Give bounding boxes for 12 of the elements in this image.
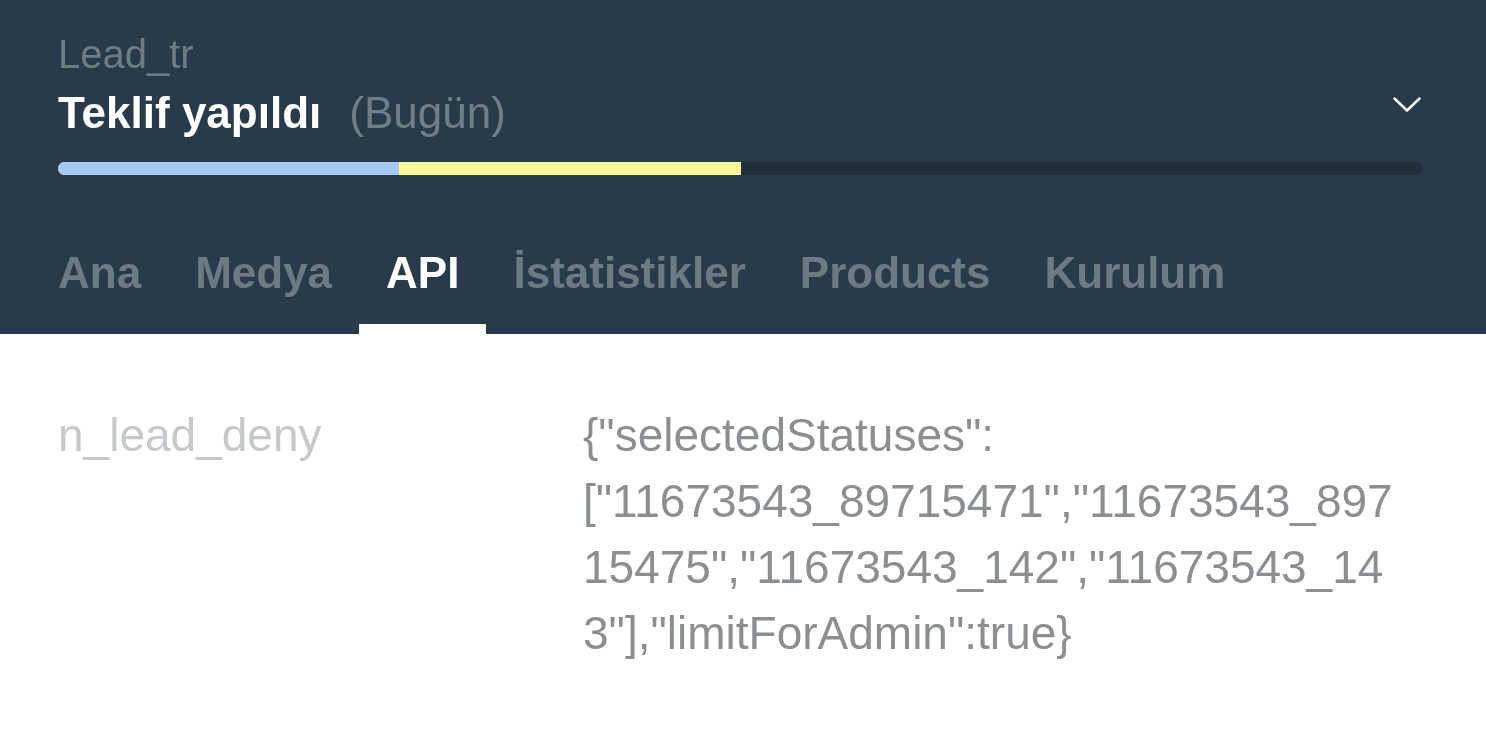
field-value: {"selectedStatuses":["11673543_89715471","11673543_89715475","11673543_142","11673543_143"],"limitForAdmin":true} [583,408,1394,661]
status-title: Teklif yapıldı [58,87,322,139]
tab[interactable]: API [359,222,487,334]
tab[interactable]: İstatistikler [486,222,773,334]
pipeline-name: Lead_tr [58,31,194,78]
chevron-down-icon[interactable] [1393,97,1421,112]
status-date: (Bugün) [349,87,506,139]
tab[interactable]: Ana [31,222,169,334]
tab[interactable]: Medya [168,222,360,334]
tab[interactable]: Products [772,222,1018,334]
tab[interactable]: Kurulum [1017,222,1253,334]
field-name: n_lead_deny [58,408,322,463]
